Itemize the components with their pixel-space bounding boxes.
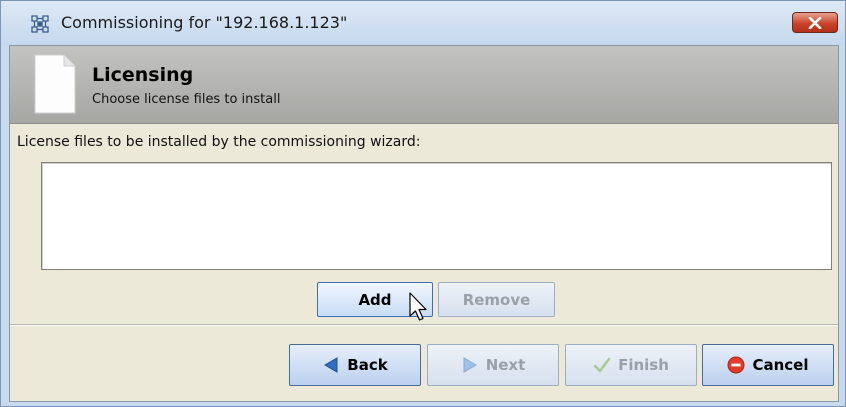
network-grid-icon [31, 15, 49, 33]
close-icon [808, 17, 822, 29]
arrow-left-icon [324, 357, 338, 373]
next-button[interactable]: Next [427, 344, 559, 386]
stop-icon [727, 356, 745, 374]
page-subtitle: Choose license files to install [92, 92, 281, 107]
instruction-label: License files to be installed by the com… [17, 134, 421, 150]
page-title: Licensing [92, 64, 194, 86]
next-button-label: Next [485, 356, 526, 374]
window-title: Commissioning for "192.168.1.123" [61, 13, 348, 32]
remove-button-label: Remove [462, 290, 531, 309]
close-button[interactable] [792, 12, 838, 33]
title-bar[interactable]: Commissioning for "192.168.1.123" [1, 1, 845, 45]
blank-page-icon [34, 54, 76, 114]
mouse-pointer-icon [409, 292, 427, 321]
add-button-label: Add [358, 290, 392, 309]
checkmark-icon [593, 357, 611, 373]
finish-button[interactable]: Finish [565, 344, 697, 386]
back-button[interactable]: Back [289, 344, 421, 386]
wizard-panel: Licensing Choose license files to instal… [9, 45, 839, 402]
remove-button[interactable]: Remove [438, 282, 555, 317]
license-files-list[interactable] [41, 162, 832, 270]
finish-button-label: Finish [618, 356, 669, 374]
commissioning-dialog: Commissioning for "192.168.1.123" Licens… [0, 0, 846, 407]
cancel-button-label: Cancel [752, 356, 809, 374]
cancel-button[interactable]: Cancel [702, 344, 834, 386]
back-button-label: Back [347, 356, 388, 374]
arrow-right-icon [463, 357, 477, 373]
wizard-header: Licensing Choose license files to instal… [10, 46, 838, 124]
footer-divider [10, 324, 838, 326]
